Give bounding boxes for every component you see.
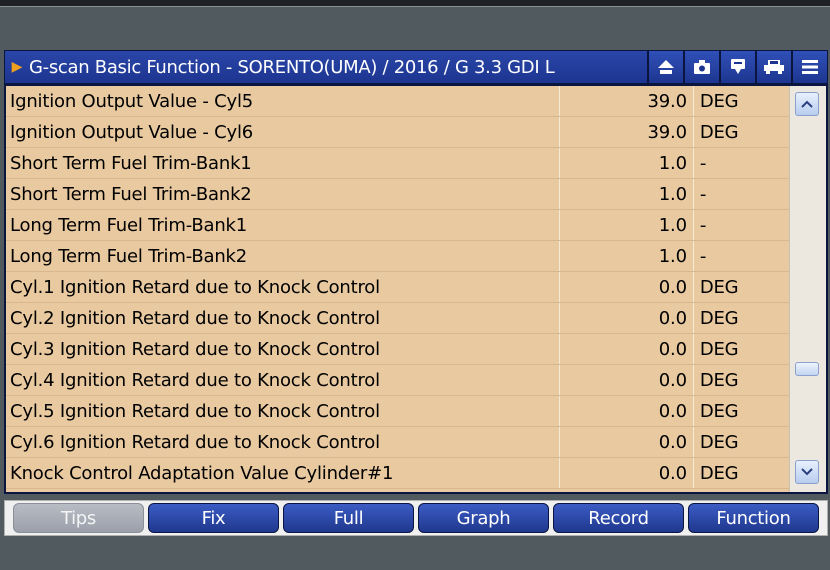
- graph-button[interactable]: Graph: [418, 503, 549, 533]
- table-row[interactable]: Cyl.3 Ignition Retard due to Knock Contr…: [6, 333, 791, 365]
- row-value: 0.0: [559, 457, 694, 489]
- row-unit: -: [693, 147, 791, 179]
- row-name: Short Term Fuel Trim-Bank1: [6, 147, 561, 179]
- row-name: Ignition Output Value - Cyl5: [6, 86, 561, 117]
- camera-icon[interactable]: [683, 51, 719, 83]
- function-button[interactable]: Function: [688, 503, 819, 533]
- data-list-panel: Ignition Output Value - Cyl5 39.0 DEG Ignit…: [4, 84, 828, 494]
- top-strip: [0, 0, 830, 7]
- table-row[interactable]: Ignition Output Value - Cyl5 39.0 DEG: [6, 86, 791, 117]
- home-icon[interactable]: [647, 51, 683, 83]
- table-row[interactable]: Long Term Fuel Trim-Bank1 1.0-: [6, 209, 791, 241]
- record-button[interactable]: Record: [553, 503, 684, 533]
- row-name: Cyl.6 Ignition Retard due to Knock Contr…: [6, 426, 561, 458]
- row-unit: -: [693, 178, 791, 210]
- row-name: Cyl.4 Ignition Retard due to Knock Contr…: [6, 364, 561, 396]
- row-name: Ignition Output Value - Cyl6: [6, 116, 561, 148]
- table-row[interactable]: Cyl.6 Ignition Retard due to Knock Contr…: [6, 426, 791, 458]
- row-unit: DEG: [693, 395, 791, 427]
- scrollbar-thumb[interactable]: [795, 362, 819, 376]
- row-name: Cyl.3 Ignition Retard due to Knock Contr…: [6, 333, 561, 365]
- row-unit: DEG: [693, 333, 791, 365]
- scroll-up-button[interactable]: [795, 92, 819, 116]
- row-value: 1.0: [559, 178, 694, 210]
- table-row[interactable]: Short Term Fuel Trim-Bank2 1.0-: [6, 178, 791, 210]
- table-row[interactable]: Ignition Output Value - Cyl6 39.0 DEG: [6, 116, 791, 148]
- row-unit: DEG: [693, 86, 791, 117]
- row-unit: DEG: [693, 426, 791, 458]
- row-unit: DEG: [693, 302, 791, 334]
- table-row[interactable]: Cyl.1 Ignition Retard due to Knock Contr…: [6, 271, 791, 303]
- row-name: Cyl.1 Ignition Retard due to Knock Contr…: [6, 271, 561, 303]
- row-unit: DEG: [693, 457, 791, 489]
- table-row[interactable]: Cyl.4 Ignition Retard due to Knock Contr…: [6, 364, 791, 396]
- row-name: Long Term Fuel Trim-Bank1: [6, 209, 561, 241]
- row-value: 0.0: [559, 364, 694, 396]
- table-row[interactable]: Cyl.5 Ignition Retard due to Knock Contr…: [6, 395, 791, 427]
- row-name: Knock Control Adaptation Value Cylinder#…: [6, 457, 561, 489]
- chevron-down-icon: [801, 468, 813, 476]
- row-value: 0.0: [559, 395, 694, 427]
- row-value: 1.0: [559, 209, 694, 241]
- row-name: Cyl.2 Ignition Retard due to Knock Contr…: [6, 302, 561, 334]
- comment-icon[interactable]: [719, 51, 755, 83]
- row-name: Cyl.5 Ignition Retard due to Knock Contr…: [6, 395, 561, 427]
- row-name: Short Term Fuel Trim-Bank2: [6, 178, 561, 210]
- window-title-bar: ▶ G-scan Basic Function - SORENTO(UMA) /…: [4, 50, 828, 84]
- row-name: Long Term Fuel Trim-Bank2: [6, 240, 561, 272]
- row-value: 39.0: [559, 86, 694, 117]
- table-row[interactable]: Cyl.2 Ignition Retard due to Knock Contr…: [6, 302, 791, 334]
- row-value: 1.0: [559, 240, 694, 272]
- tips-button[interactable]: Tips: [13, 503, 144, 533]
- table-row[interactable]: Knock Control Adaptation Value Cylinder#…: [6, 457, 791, 489]
- chevron-up-icon: [801, 100, 813, 108]
- table-row[interactable]: Short Term Fuel Trim-Bank1 1.0-: [6, 147, 791, 179]
- row-unit: -: [693, 209, 791, 241]
- row-value: 0.0: [559, 271, 694, 303]
- window-title: G-scan Basic Function - SORENTO(UMA) / 2…: [29, 56, 555, 78]
- vertical-scrollbar[interactable]: [789, 86, 826, 492]
- row-unit: -: [693, 240, 791, 272]
- row-value: 0.0: [559, 333, 694, 365]
- table-row[interactable]: Long Term Fuel Trim-Bank2 1.0-: [6, 240, 791, 272]
- row-unit: DEG: [693, 364, 791, 396]
- full-button[interactable]: Full: [283, 503, 414, 533]
- sensor-data-table: Ignition Output Value - Cyl5 39.0 DEG Ignit…: [6, 86, 791, 489]
- bottom-toolbar: Tips Fix Full Graph Record Function: [4, 500, 828, 536]
- row-value: 1.0: [559, 147, 694, 179]
- row-value: 39.0: [559, 116, 694, 148]
- row-unit: DEG: [693, 116, 791, 148]
- row-value: 0.0: [559, 426, 694, 458]
- menu-icon[interactable]: [791, 51, 827, 83]
- row-value: 0.0: [559, 302, 694, 334]
- fix-button[interactable]: Fix: [148, 503, 279, 533]
- vehicle-icon[interactable]: [755, 51, 791, 83]
- expand-arrow-icon[interactable]: ▶: [5, 59, 29, 75]
- scroll-down-button[interactable]: [795, 460, 819, 484]
- row-unit: DEG: [693, 271, 791, 303]
